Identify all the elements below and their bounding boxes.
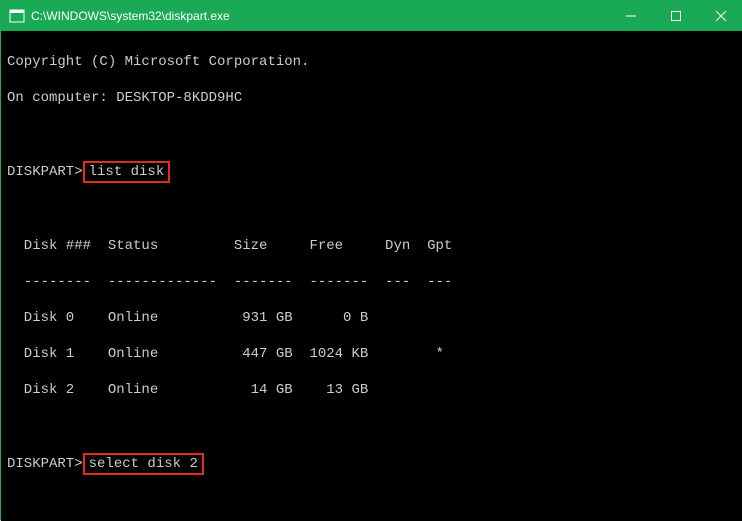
table-header: Disk ### Status Size Free Dyn Gpt	[7, 237, 737, 255]
maximize-button[interactable]	[653, 1, 698, 31]
table-row: Disk 1 Online 447 GB 1024 KB *	[7, 345, 737, 363]
terminal-output[interactable]: Copyright (C) Microsoft Corporation. On …	[1, 31, 742, 521]
minimize-button[interactable]	[608, 1, 653, 31]
window-title: C:\WINDOWS\system32\diskpart.exe	[31, 9, 608, 23]
prompt: DISKPART>	[7, 455, 83, 473]
close-button[interactable]	[698, 1, 742, 31]
prompt-line: DISKPART> list disk	[7, 161, 737, 183]
table-row: Disk 2 Online 14 GB 13 GB	[7, 381, 737, 399]
cmd-list-disk: list disk	[83, 161, 171, 183]
titlebar[interactable]: C:\WINDOWS\system32\diskpart.exe	[1, 1, 742, 31]
app-icon	[9, 8, 25, 24]
window-controls	[608, 1, 742, 31]
cmd-select-disk: select disk 2	[83, 453, 204, 475]
prompt-line: DISKPART> select disk 2	[7, 453, 737, 475]
table-row: Disk 0 Online 931 GB 0 B	[7, 309, 737, 327]
console-window: C:\WINDOWS\system32\diskpart.exe Copyrig…	[1, 1, 742, 521]
table-divider: -------- ------------- ------- ------- -…	[7, 273, 737, 291]
prompt: DISKPART>	[7, 163, 83, 181]
copyright-line: Copyright (C) Microsoft Corporation.	[7, 53, 737, 71]
computer-line: On computer: DESKTOP-8KDD9HC	[7, 89, 737, 107]
